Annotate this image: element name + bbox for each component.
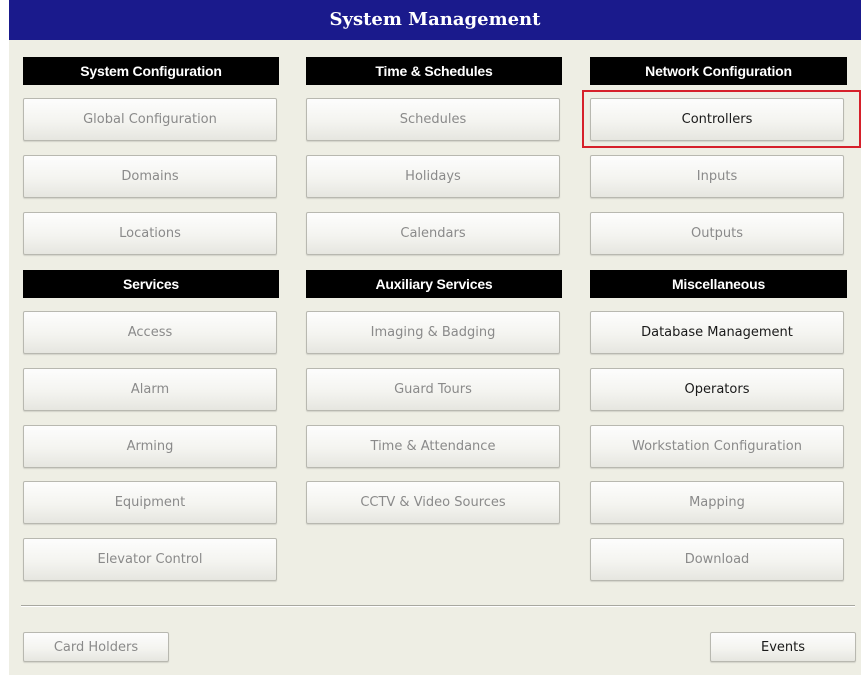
access-button[interactable]: Access [23, 311, 277, 354]
guard-tours-button[interactable]: Guard Tours [306, 368, 560, 411]
card-holders-button[interactable]: Card Holders [23, 632, 169, 662]
mapping-button[interactable]: Mapping [590, 481, 844, 524]
download-button[interactable]: Download [590, 538, 844, 581]
schedules-button[interactable]: Schedules [306, 98, 560, 141]
header-miscellaneous: Miscellaneous [590, 270, 847, 298]
window-title: System Management [9, 0, 861, 40]
holidays-button[interactable]: Holidays [306, 155, 560, 198]
inputs-button[interactable]: Inputs [590, 155, 844, 198]
alarm-button[interactable]: Alarm [23, 368, 277, 411]
outputs-button[interactable]: Outputs [590, 212, 844, 255]
header-network-configuration: Network Configuration [590, 57, 847, 85]
system-management-window: System Management System Configuration T… [9, 0, 861, 675]
imaging-badging-button[interactable]: Imaging & Badging [306, 311, 560, 354]
domains-button[interactable]: Domains [23, 155, 277, 198]
global-configuration-button[interactable]: Global Configuration [23, 98, 277, 141]
time-attendance-button[interactable]: Time & Attendance [306, 425, 560, 468]
operators-button[interactable]: Operators [590, 368, 844, 411]
header-system-configuration: System Configuration [23, 57, 279, 85]
header-auxiliary-services: Auxiliary Services [306, 270, 562, 298]
events-button[interactable]: Events [710, 632, 856, 662]
workstation-configuration-button[interactable]: Workstation Configuration [590, 425, 844, 468]
cctv-video-sources-button[interactable]: CCTV & Video Sources [306, 481, 560, 524]
header-time-schedules: Time & Schedules [306, 57, 562, 85]
arming-button[interactable]: Arming [23, 425, 277, 468]
database-management-button[interactable]: Database Management [590, 311, 844, 354]
calendars-button[interactable]: Calendars [306, 212, 560, 255]
footer-divider [21, 605, 855, 607]
equipment-button[interactable]: Equipment [23, 481, 277, 524]
locations-button[interactable]: Locations [23, 212, 277, 255]
header-services: Services [23, 270, 279, 298]
elevator-control-button[interactable]: Elevator Control [23, 538, 277, 581]
controllers-button[interactable]: Controllers [590, 98, 844, 141]
